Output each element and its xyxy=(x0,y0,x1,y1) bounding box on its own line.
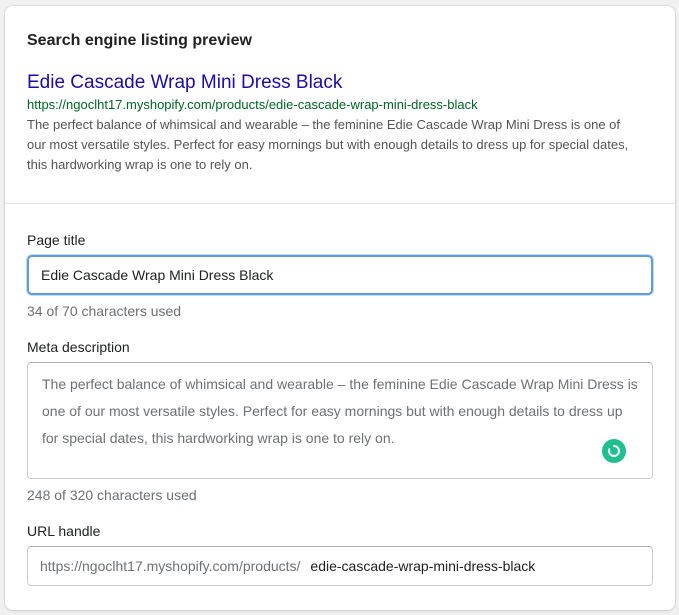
page-title-label: Page title xyxy=(27,232,86,248)
url-handle-label: URL handle xyxy=(27,523,101,539)
preview-title-link[interactable]: Edie Cascade Wrap Mini Dress Black xyxy=(27,71,653,95)
meta-description-textarea[interactable]: The perfect balance of whimsical and wea… xyxy=(27,362,653,479)
meta-description-field: Meta description The perfect balance of … xyxy=(27,337,653,505)
meta-description-label: Meta description xyxy=(27,339,130,355)
page-title-field: Page title 34 of 70 characters used xyxy=(27,230,653,321)
meta-description-char-count: 248 of 320 characters used xyxy=(27,487,197,503)
meta-description-text: The perfect balance of whimsical and wea… xyxy=(42,376,638,446)
url-handle-input[interactable]: https://ngoclht17.myshopify.com/products… xyxy=(27,546,653,586)
page-title-input[interactable] xyxy=(27,255,653,295)
seo-card: Search engine listing preview Edie Casca… xyxy=(5,6,675,610)
preview-url: https://ngoclht17.myshopify.com/products… xyxy=(27,97,478,112)
preview-description: The perfect balance of whimsical and wea… xyxy=(27,117,629,172)
section-title: Search engine listing preview xyxy=(27,32,252,49)
search-preview-section: Search engine listing preview Edie Casca… xyxy=(5,6,675,204)
seo-form: Page title 34 of 70 characters used Meta… xyxy=(5,204,675,586)
url-handle-field: URL handle https://ngoclht17.myshopify.c… xyxy=(27,521,653,586)
grammarly-icon[interactable] xyxy=(602,439,626,463)
url-handle-value: edie-cascade-wrap-mini-dress-black xyxy=(310,558,536,574)
url-handle-prefix: https://ngoclht17.myshopify.com/products… xyxy=(40,558,301,574)
page-title-char-count: 34 of 70 characters used xyxy=(27,303,182,319)
